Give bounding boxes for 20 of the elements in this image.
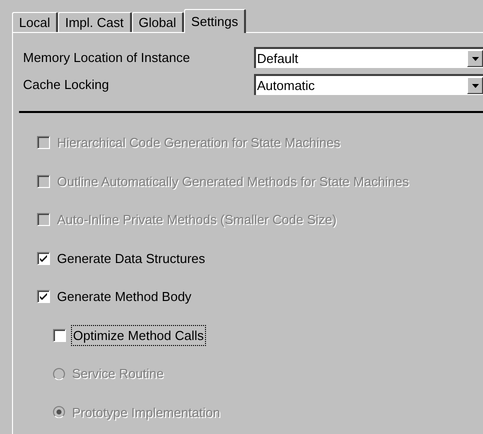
tab[interactable]: Settings: [184, 9, 246, 33]
field-label: Cache Locking: [23, 76, 110, 94]
checkbox[interactable]: [37, 252, 50, 265]
checkbox[interactable]: [37, 290, 50, 304]
tab[interactable]: Local: [12, 12, 58, 32]
tab[interactable]: Impl. Cast: [58, 12, 132, 32]
option-label: Optimize Method Calls: [72, 326, 205, 345]
checkbox[interactable]: [53, 328, 66, 342]
field-label: Memory Location of Instance: [23, 48, 191, 67]
option-label: Outline Automatically Generated Methods for State Machines: [56, 172, 410, 191]
dropdown[interactable]: Default: [254, 47, 483, 68]
option-label: Hierarchical Code Generation for State Machines: [56, 134, 342, 152]
option-label: Generate Method Body: [56, 288, 192, 306]
option-label: Service Routine: [71, 365, 165, 383]
option-label: Generate Data Structures: [56, 250, 206, 268]
option-label: Prototype Implementation: [71, 404, 222, 422]
check-mark-icon: [40, 254, 47, 262]
option-label: Auto-Inline Private Methods (Smaller Code Size): [56, 211, 338, 229]
check-mark-icon: [40, 293, 47, 300]
dropdown[interactable]: Automatic: [254, 74, 483, 95]
